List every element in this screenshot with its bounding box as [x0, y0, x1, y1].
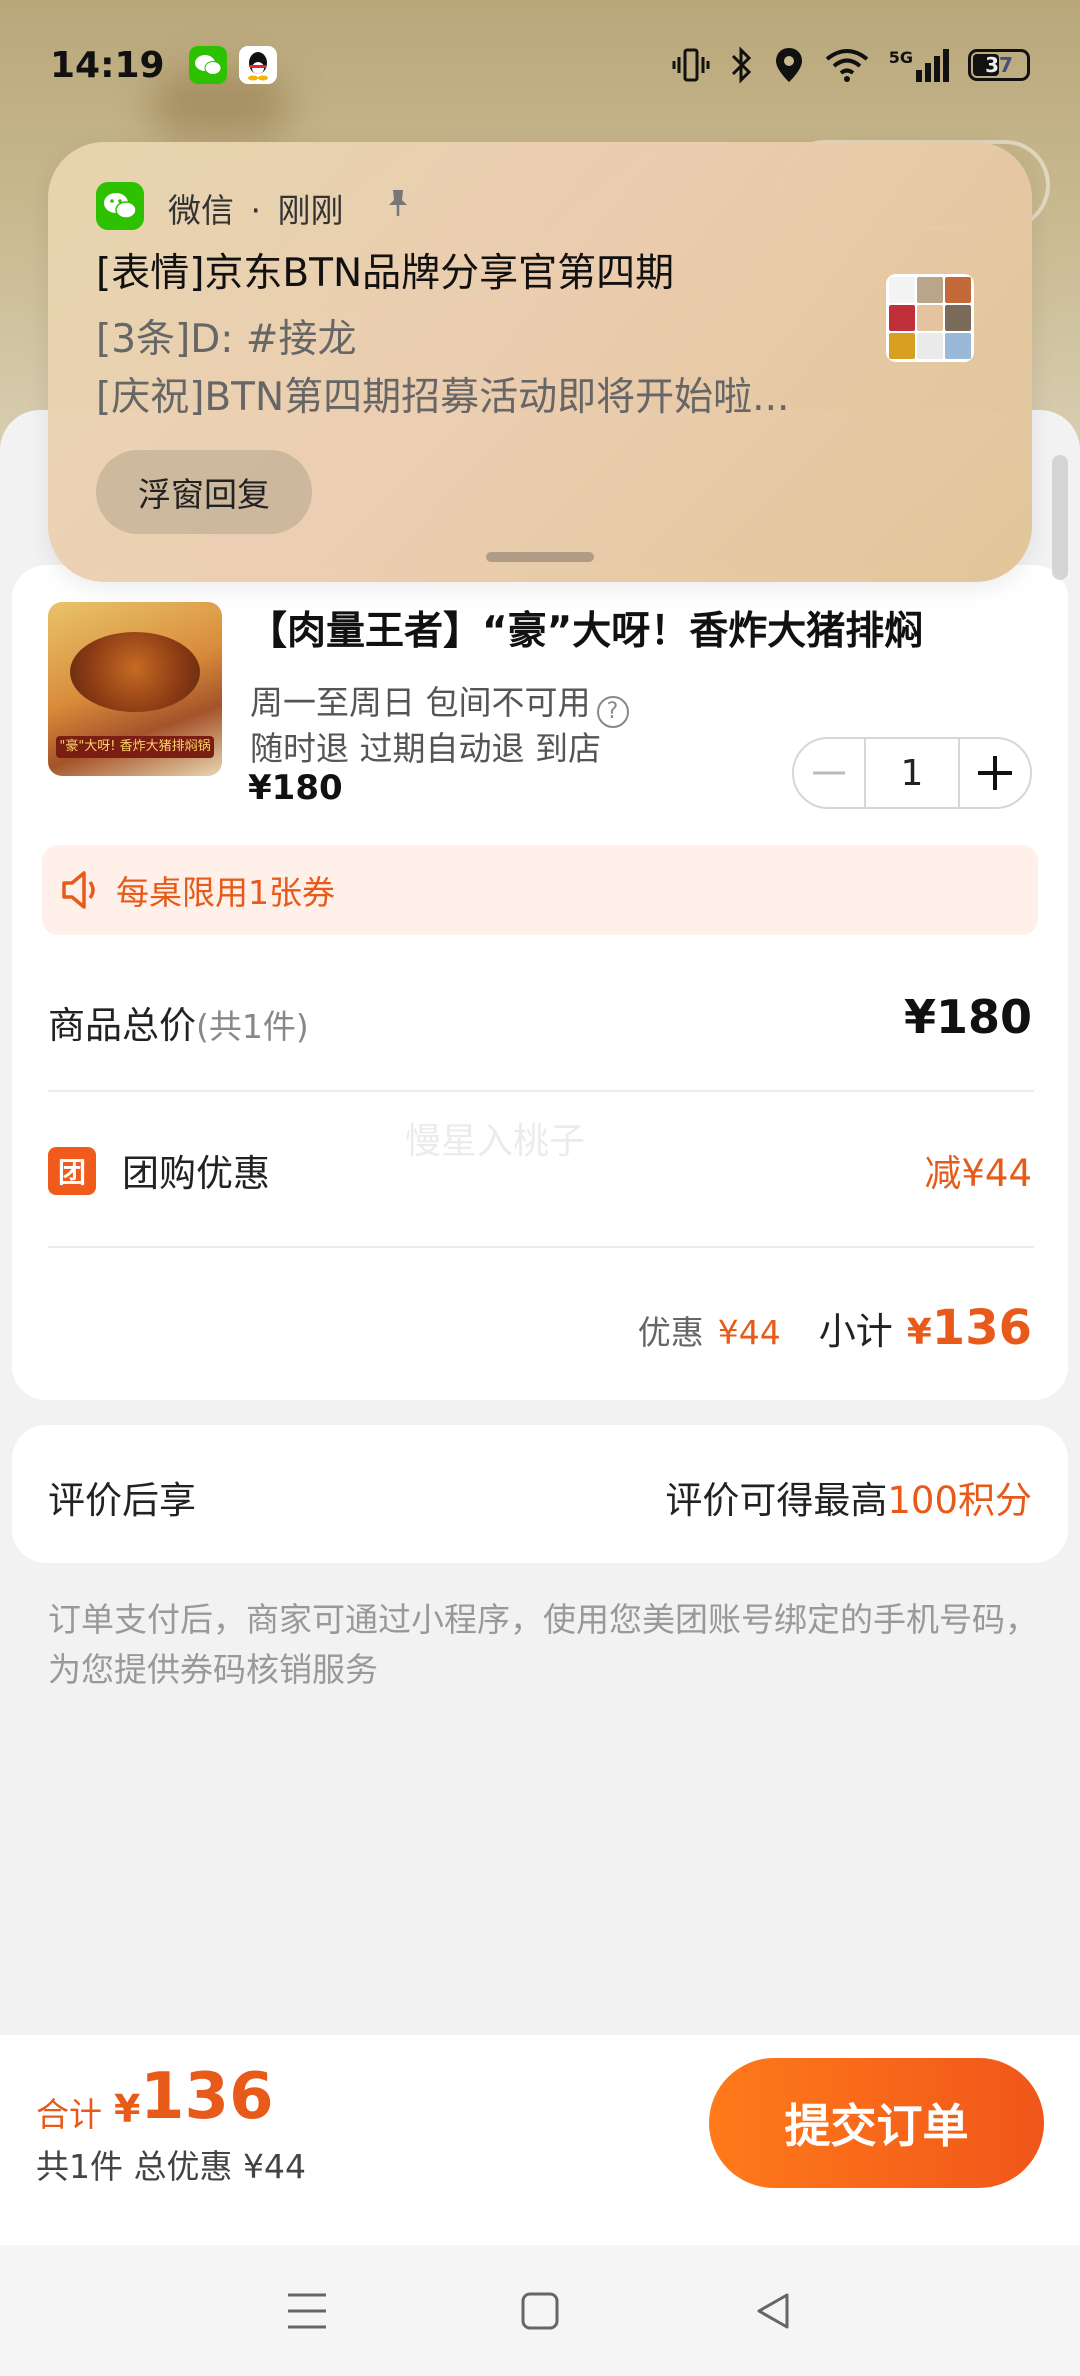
notification-line: [3条]D: #接龙: [96, 317, 357, 362]
drag-handle[interactable]: [486, 552, 594, 562]
group-buy-label: 团购优惠: [122, 1152, 270, 1195]
status-bar: 14:19 5G 37: [0, 0, 1080, 130]
help-icon[interactable]: ?: [596, 695, 629, 728]
wechat-notification[interactable]: 微信 · 刚刚 [表情]京东BTN品牌分享官第四期 [3条]D: #接龙 [庆祝…: [48, 142, 1032, 582]
review-label: 评价后享: [48, 1479, 196, 1522]
bluetooth-icon: [731, 46, 751, 84]
home-icon[interactable]: [510, 2281, 570, 2341]
limit-notice-text: 每桌限用1张券: [116, 873, 335, 912]
product-refund: 随时退 过期自动退 到店: [250, 729, 601, 768]
divider: [48, 1090, 1034, 1092]
status-icons: 5G 37: [671, 46, 1030, 84]
speaker-icon: [62, 871, 95, 909]
scrollbar[interactable]: [1052, 455, 1068, 580]
product-image[interactable]: "豪"大呀! 香炸大猪排焖锅: [48, 602, 222, 776]
system-nav-bar: [0, 2245, 1080, 2376]
signal-icon: [916, 49, 949, 82]
group-buy-value: 减¥44: [924, 1152, 1032, 1195]
qq-icon: [238, 46, 277, 84]
total-amount: 136: [140, 2060, 274, 2134]
goods-total-value: ¥180: [903, 990, 1032, 1044]
quantity-stepper: 1: [792, 737, 1032, 809]
total-yen: ¥: [114, 2087, 141, 2131]
review-value: 评价可得最高100积分: [665, 1479, 1032, 1522]
product-image-banner: "豪"大呀! 香炸大猪排焖锅: [56, 736, 214, 758]
wechat-icon: [188, 46, 227, 84]
total-label: 合计: [36, 2095, 102, 2134]
group-avatar: [886, 274, 974, 362]
product-price: ¥180: [248, 768, 343, 808]
pin-icon: [389, 190, 407, 216]
notification-title: [表情]京东BTN品牌分享官第四期: [96, 251, 675, 296]
subtotal-value: 136: [931, 1300, 1032, 1356]
disclaimer-text: 订单支付后，商家可通过小程序，使用您美团账号绑定的手机号码，为您提供券码核销服务: [48, 1600, 1038, 1689]
submit-order-button[interactable]: 提交订单: [709, 2058, 1044, 2188]
goods-total-label: 商品总价(共1件): [48, 1004, 309, 1047]
subtotal-label: 小计: [818, 1310, 893, 1353]
floating-reply-button[interactable]: 浮窗回复: [96, 450, 312, 534]
limit-notice: 每桌限用1张券: [42, 845, 1038, 935]
notification-app-name: 微信 · 刚刚: [168, 191, 344, 230]
watermark: 慢星入桃子: [405, 1121, 586, 1162]
vibrate-icon: [672, 48, 710, 82]
location-icon: [775, 48, 802, 82]
product-availability: 周一至周日 包间不可用?: [250, 676, 629, 728]
wifi-icon: [825, 49, 868, 82]
increase-button[interactable]: [960, 739, 1030, 807]
decrease-button[interactable]: [794, 739, 864, 807]
status-time: 14:19: [50, 44, 165, 86]
discount-value: ¥44: [717, 1313, 781, 1352]
subtotal-yen: ¥: [906, 1312, 932, 1353]
network-label: 5G: [889, 48, 950, 82]
notification-line: [庆祝]BTN第四期招募活动即将开始啦...: [96, 375, 790, 420]
back-icon[interactable]: [743, 2281, 803, 2341]
product-title[interactable]: 【肉量王者】“豪”大呀！香炸大猪排焖: [248, 600, 923, 656]
discount-label: 优惠: [637, 1313, 704, 1352]
subtotal-row: 优惠 ¥44 小计 ¥ 136: [638, 1300, 1032, 1356]
total-summary: 共1件 总优惠 ¥44: [36, 2147, 306, 2186]
menu-icon[interactable]: [277, 2281, 337, 2341]
group-buy-icon: 团: [48, 1147, 96, 1195]
battery-icon: 37: [968, 49, 1030, 81]
quantity-value[interactable]: 1: [864, 739, 960, 807]
wechat-icon: [96, 182, 144, 230]
divider: [48, 1246, 1034, 1248]
